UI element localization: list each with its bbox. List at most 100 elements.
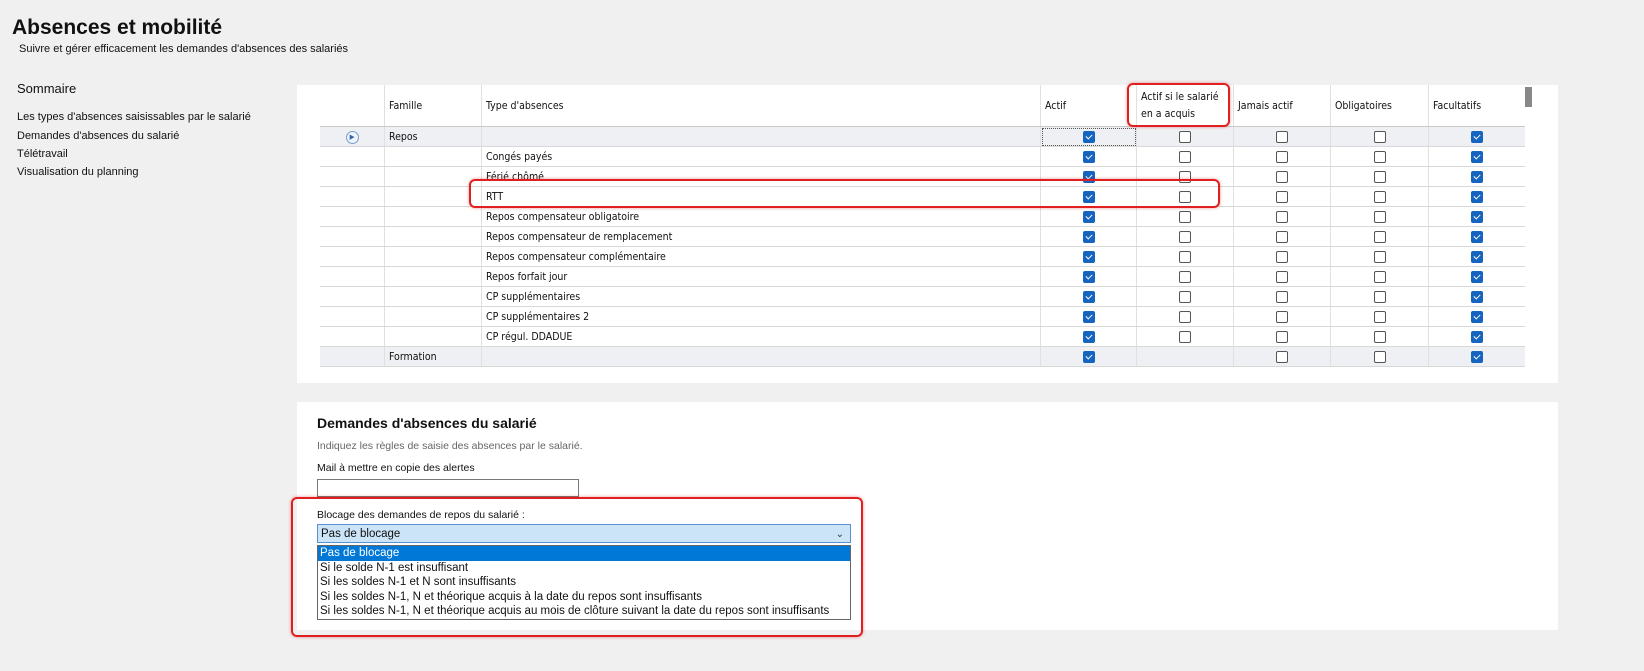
jamais-actif-checkbox[interactable]	[1276, 250, 1288, 263]
obligatoires-checkbox[interactable]	[1373, 150, 1386, 163]
actif-checkbox[interactable]	[1082, 150, 1095, 163]
actif-si-acquis-checkbox[interactable]	[1179, 190, 1191, 203]
actif-si-acquis-checkbox[interactable]	[1179, 250, 1191, 263]
mail-label: Mail à mettre en copie des alertes	[317, 462, 475, 474]
sidebar-item-planning[interactable]: Visualisation du planning	[17, 166, 139, 178]
blocage-option[interactable]: Si les soldes N-1, N et théorique acquis…	[318, 604, 850, 619]
facultatifs-checkbox[interactable]	[1471, 270, 1483, 283]
expand-cell	[320, 226, 385, 247]
actif-checkbox[interactable]	[1082, 190, 1095, 203]
column-header-obligatoires: Obligatoires	[1330, 85, 1429, 127]
blocage-option[interactable]: Si le solde N-1 est insuffisant	[318, 561, 850, 576]
jamais-actif-checkbox[interactable]	[1276, 290, 1288, 303]
section-description: Indiquez les règles de saisie des absenc…	[317, 440, 583, 452]
facultatifs-cell	[1428, 246, 1525, 267]
actif-si-acquis-cell	[1136, 226, 1234, 247]
obligatoires-checkbox[interactable]	[1373, 210, 1386, 223]
sidebar-item-demandes-absences[interactable]: Demandes d'absences du salarié	[17, 130, 179, 142]
actif-checkbox[interactable]	[1082, 230, 1095, 243]
actif-si-acquis-checkbox[interactable]	[1179, 290, 1191, 303]
expand-cell	[320, 326, 385, 347]
jamais-actif-checkbox[interactable]	[1276, 210, 1288, 223]
jamais-actif-checkbox[interactable]	[1276, 170, 1288, 183]
actif-si-acquis-checkbox[interactable]	[1179, 150, 1191, 163]
actif-checkbox[interactable]	[1082, 290, 1095, 303]
facultatifs-checkbox[interactable]	[1471, 210, 1483, 223]
blocage-option[interactable]: Pas de blocage	[318, 546, 850, 561]
actif-checkbox[interactable]	[1082, 210, 1095, 223]
actif-si-acquis-checkbox[interactable]	[1179, 330, 1191, 343]
obligatoires-checkbox[interactable]	[1373, 290, 1386, 303]
facultatifs-checkbox[interactable]	[1471, 190, 1483, 203]
facultatifs-checkbox[interactable]	[1471, 250, 1483, 263]
jamais-actif-checkbox[interactable]	[1276, 330, 1288, 343]
obligatoires-checkbox[interactable]	[1373, 270, 1386, 283]
famille-cell	[384, 146, 482, 167]
jamais-actif-checkbox[interactable]	[1276, 310, 1288, 323]
obligatoires-checkbox[interactable]	[1373, 330, 1386, 343]
obligatoires-checkbox[interactable]	[1373, 310, 1386, 323]
jamais-actif-checkbox[interactable]	[1276, 230, 1288, 243]
actif-checkbox[interactable]	[1082, 270, 1095, 283]
blocage-options-list[interactable]: Pas de blocage Si le solde N-1 est insuf…	[317, 545, 851, 620]
actif-checkbox[interactable]	[1082, 330, 1095, 343]
blocage-option[interactable]: Si les soldes N-1, N et théorique acquis…	[318, 590, 850, 605]
jamais-actif-checkbox[interactable]	[1276, 130, 1288, 143]
facultatifs-cell	[1428, 226, 1525, 247]
facultatifs-checkbox[interactable]	[1471, 290, 1483, 303]
obligatoires-checkbox[interactable]	[1373, 250, 1386, 263]
type-cell: Repos compensateur obligatoire	[481, 206, 1041, 227]
jamais-actif-cell	[1233, 166, 1331, 187]
jamais-actif-cell	[1233, 186, 1331, 207]
facultatifs-checkbox[interactable]	[1471, 130, 1483, 143]
jamais-actif-checkbox[interactable]	[1276, 190, 1288, 203]
facultatifs-checkbox[interactable]	[1471, 350, 1483, 363]
facultatifs-cell	[1428, 286, 1525, 307]
obligatoires-checkbox[interactable]	[1373, 130, 1386, 143]
facultatifs-checkbox[interactable]	[1471, 230, 1483, 243]
table-row: CP supplémentaires 2	[320, 306, 1525, 327]
obligatoires-checkbox[interactable]	[1373, 230, 1386, 243]
facultatifs-checkbox[interactable]	[1471, 310, 1483, 323]
jamais-actif-checkbox[interactable]	[1276, 150, 1288, 163]
column-header-actif: Actif	[1040, 85, 1137, 127]
actif-checkbox[interactable]	[1082, 250, 1095, 263]
facultatifs-checkbox[interactable]	[1471, 330, 1483, 343]
jamais-actif-checkbox[interactable]	[1276, 350, 1288, 363]
blocage-option[interactable]: Si les soldes N-1 et N sont insuffisants	[318, 575, 850, 590]
actif-si-acquis-cell	[1136, 266, 1234, 287]
actif-checkbox[interactable]	[1082, 310, 1095, 323]
actif-checkbox[interactable]	[1082, 350, 1095, 363]
actif-checkbox[interactable]	[1082, 130, 1095, 143]
table-row: Férié chômé	[320, 166, 1525, 187]
column-header-famille: Famille	[384, 85, 482, 127]
actif-si-acquis-cell	[1136, 146, 1234, 167]
mail-input[interactable]	[317, 479, 579, 497]
obligatoires-checkbox[interactable]	[1373, 350, 1386, 363]
table-scrollbar[interactable]	[1525, 87, 1532, 107]
jamais-actif-cell	[1233, 206, 1331, 227]
expand-icon[interactable]: ▶	[345, 130, 359, 144]
facultatifs-cell	[1428, 186, 1525, 207]
obligatoires-checkbox[interactable]	[1373, 190, 1386, 203]
jamais-actif-cell	[1233, 226, 1331, 247]
facultatifs-checkbox[interactable]	[1471, 150, 1483, 163]
famille-cell	[384, 226, 482, 247]
facultatifs-cell	[1428, 126, 1525, 147]
actif-si-acquis-checkbox[interactable]	[1179, 230, 1191, 243]
sidebar-item-types-absences[interactable]: Les types d'absences saisissables par le…	[17, 111, 251, 123]
obligatoires-checkbox[interactable]	[1373, 170, 1386, 183]
actif-si-acquis-checkbox[interactable]	[1179, 270, 1191, 283]
actif-si-acquis-cell	[1136, 246, 1234, 267]
facultatifs-checkbox[interactable]	[1471, 170, 1483, 183]
sidebar-item-teletravail[interactable]: Télétravail	[17, 148, 68, 160]
actif-checkbox[interactable]	[1082, 170, 1095, 183]
type-cell: Férié chômé	[481, 166, 1041, 187]
obligatoires-cell	[1330, 166, 1429, 187]
jamais-actif-checkbox[interactable]	[1276, 270, 1288, 283]
actif-si-acquis-checkbox[interactable]	[1179, 130, 1191, 143]
actif-si-acquis-checkbox[interactable]	[1179, 170, 1191, 183]
actif-si-acquis-checkbox[interactable]	[1179, 210, 1191, 223]
actif-si-acquis-checkbox[interactable]	[1179, 310, 1191, 323]
blocage-select[interactable]: Pas de blocage ⌄	[317, 524, 851, 543]
